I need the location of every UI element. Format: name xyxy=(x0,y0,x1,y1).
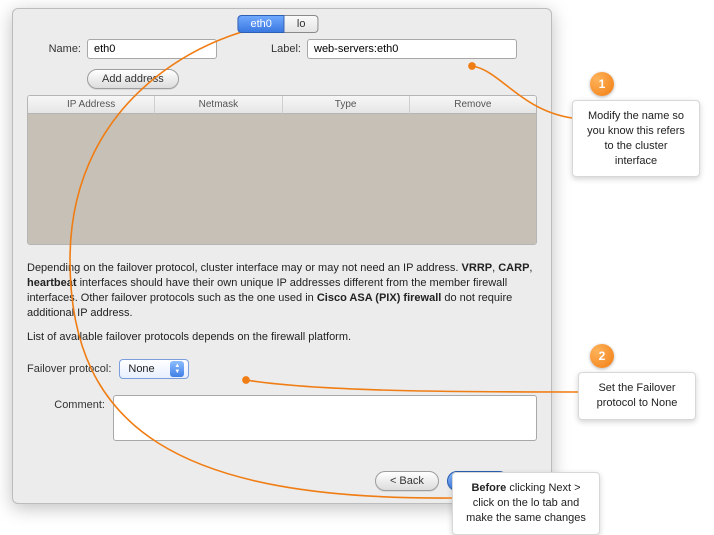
name-label: Name: xyxy=(27,43,81,55)
failover-protocol-select[interactable]: None ▲▼ xyxy=(119,359,189,379)
annotation-callout-2: Set the Failover protocol to None xyxy=(578,372,696,420)
col-ip: IP Address xyxy=(28,96,155,114)
select-arrows-icon: ▲▼ xyxy=(170,361,184,377)
tab-eth0[interactable]: eth0 xyxy=(237,15,284,33)
comment-textarea[interactable] xyxy=(113,395,537,441)
address-table-body[interactable] xyxy=(28,114,536,244)
annotation-callout-3: Before clicking Next > click on the lo t… xyxy=(452,472,600,535)
interface-tabs: eth0 lo xyxy=(237,15,318,33)
failover-protocol-value: None xyxy=(128,363,154,375)
failover-label: Failover protocol: xyxy=(27,363,111,375)
tab-lo[interactable]: lo xyxy=(285,15,319,33)
annotation-badge-2: 2 xyxy=(590,344,614,368)
add-address-button[interactable]: Add address xyxy=(87,69,179,89)
comment-label: Comment: xyxy=(27,395,105,411)
label-field[interactable] xyxy=(307,39,517,59)
back-button[interactable]: < Back xyxy=(375,471,439,491)
col-netmask: Netmask xyxy=(155,96,282,114)
info-paragraph-1: Depending on the failover protocol, clus… xyxy=(27,261,537,320)
annotation-callout-1: Modify the name so you know this refers … xyxy=(572,100,700,177)
name-field[interactable] xyxy=(87,39,217,59)
info-paragraph-2: List of available failover protocols dep… xyxy=(27,330,537,345)
annotation-badge-1: 1 xyxy=(590,72,614,96)
col-remove: Remove xyxy=(410,96,536,114)
col-type: Type xyxy=(283,96,410,114)
label-label: Label: xyxy=(255,43,301,55)
cluster-interface-dialog: eth0 lo Name: Label: Add address IP Addr… xyxy=(12,8,552,504)
address-table: IP Address Netmask Type Remove xyxy=(27,95,537,245)
